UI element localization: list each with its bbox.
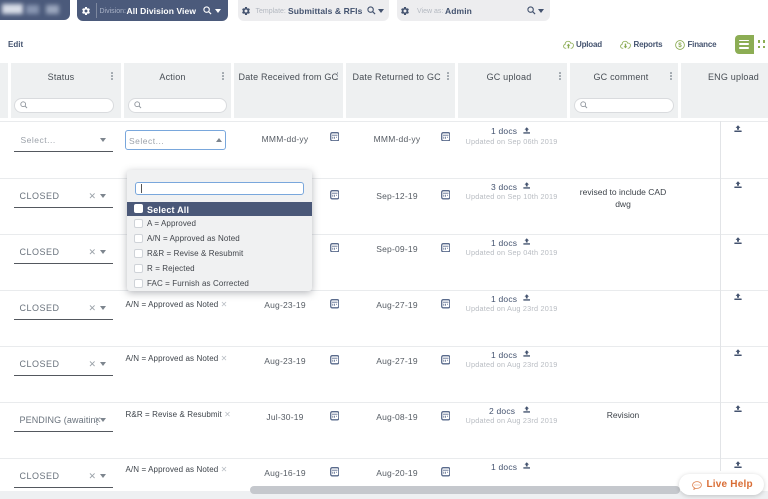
svg-text:$: $	[678, 42, 682, 49]
